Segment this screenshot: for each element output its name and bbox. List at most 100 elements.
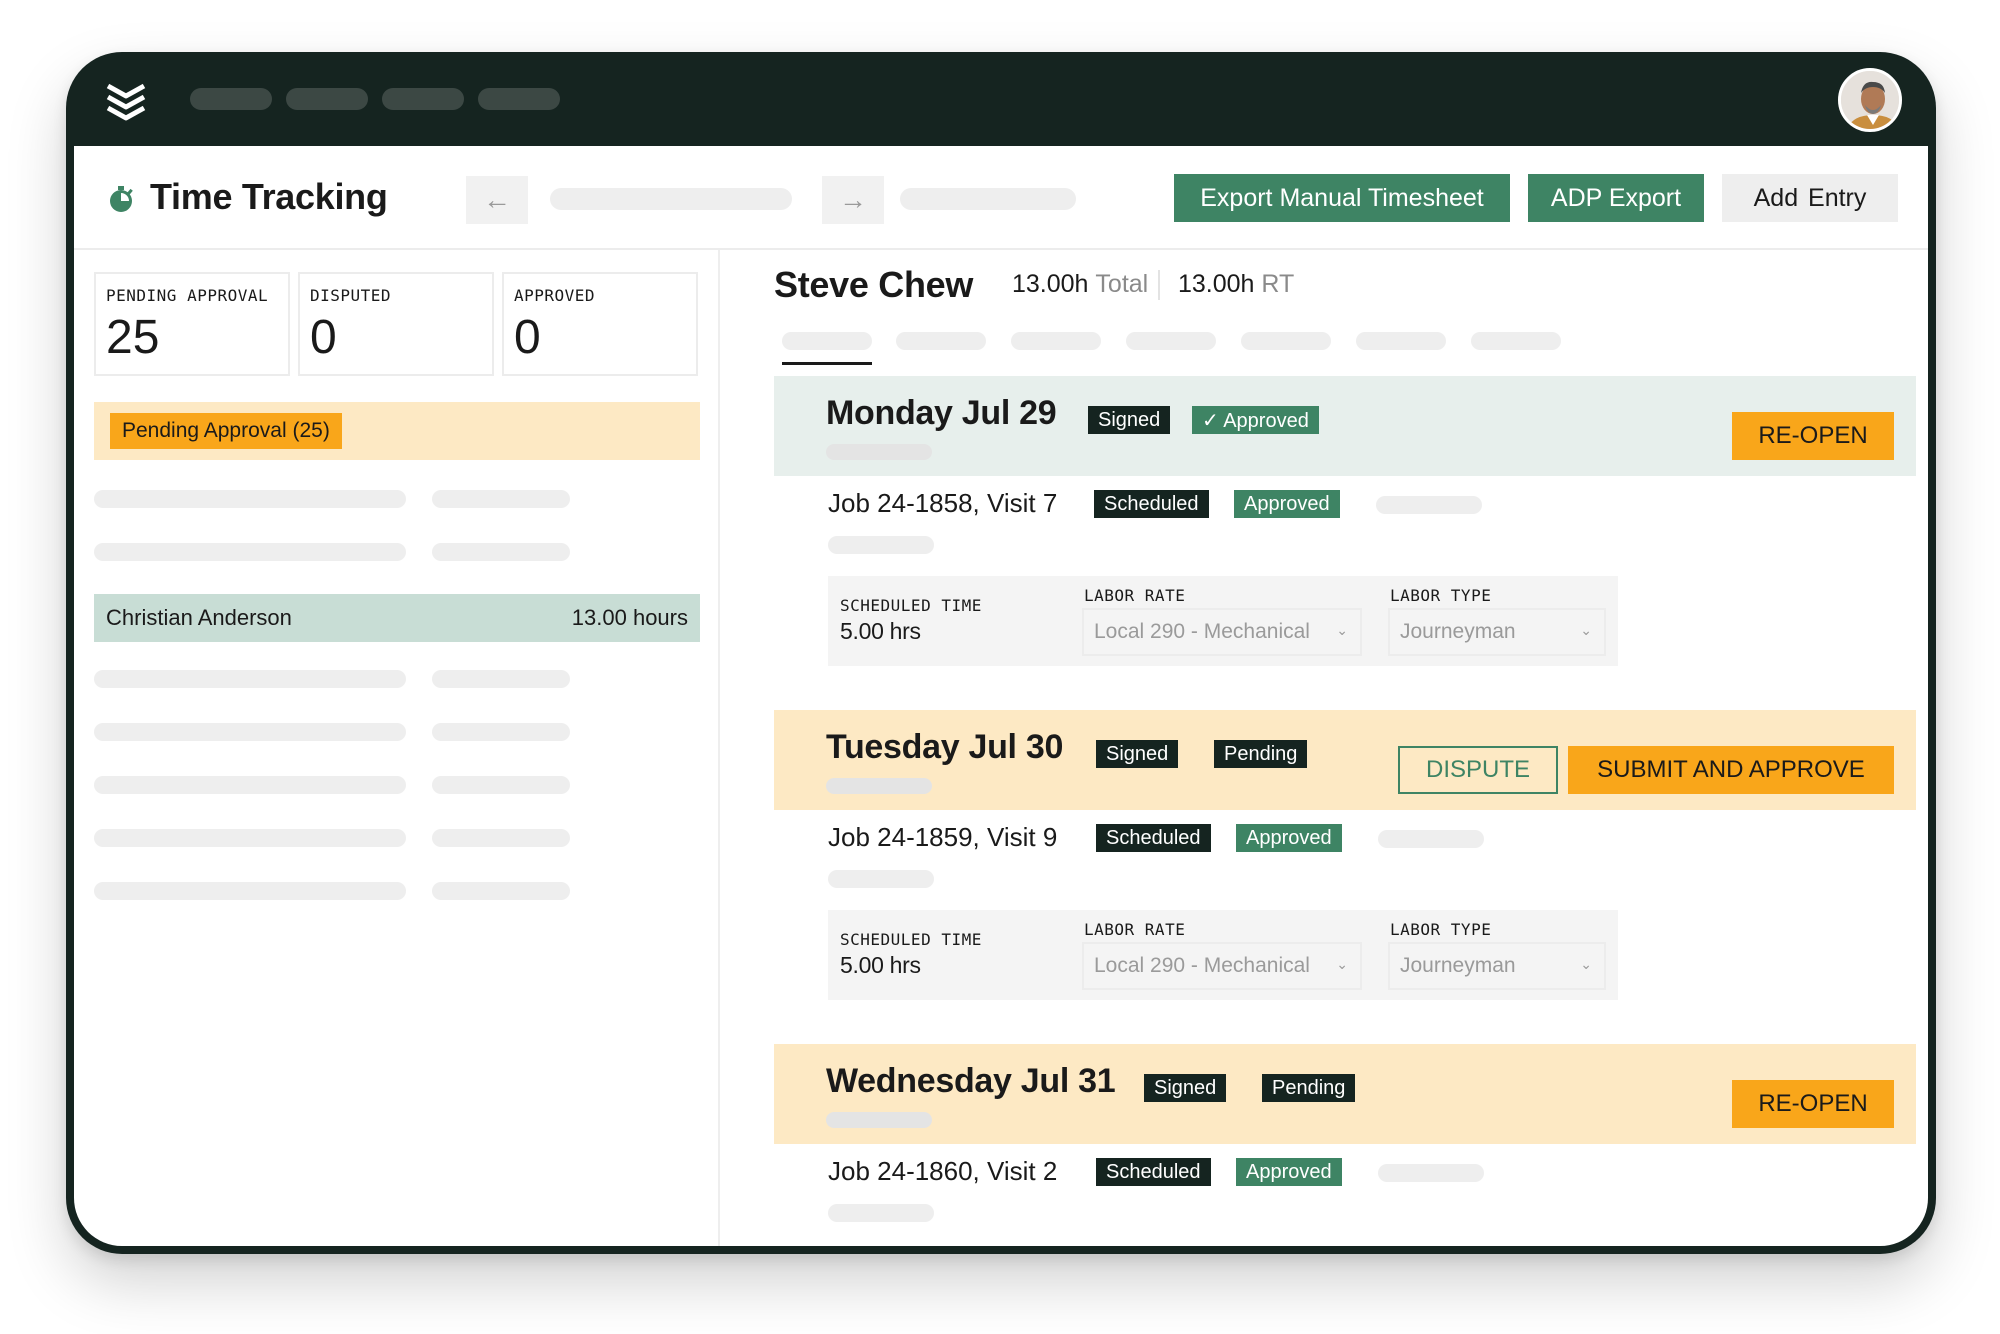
- nav-item-placeholder[interactable]: [478, 88, 560, 110]
- list-item-placeholder: [94, 723, 406, 741]
- nav-item-placeholder[interactable]: [286, 88, 368, 110]
- tab-placeholder[interactable]: [896, 332, 986, 350]
- divider: [1158, 270, 1160, 300]
- page-header: Time Tracking ← → Export Manual Timeshee…: [74, 146, 1928, 250]
- nav-item-placeholder[interactable]: [190, 88, 272, 110]
- day-title: Wednesday Jul 31: [826, 1062, 1116, 1100]
- approved-badge: Approved: [1236, 1158, 1342, 1186]
- labor-rate-select[interactable]: Local 290 - Mechanical ⌄: [1082, 942, 1362, 990]
- app-topbar: [66, 52, 1936, 146]
- stat-approved[interactable]: APPROVED 0: [502, 272, 698, 376]
- list-item-placeholder: [432, 670, 570, 688]
- date-range-placeholder: [550, 188, 792, 210]
- labor-rate-value: Local 290 - Mechanical: [1094, 954, 1310, 977]
- job-title[interactable]: Job 24-1858, Visit 7: [828, 488, 1057, 519]
- chevron-down-icon: ⌄: [1580, 622, 1592, 638]
- user-avatar[interactable]: [1838, 68, 1902, 132]
- total-hours: 13.00h Total: [1012, 270, 1148, 299]
- chevron-down-icon: ⌄: [1336, 622, 1348, 638]
- back-arrow-icon[interactable]: ←: [466, 176, 528, 224]
- list-item-placeholder: [432, 776, 570, 794]
- tab-placeholder[interactable]: [1471, 332, 1561, 350]
- pending-badge: Pending: [1262, 1074, 1356, 1102]
- job-detail-card: SCHEDULED TIME 5.00 hrs LABOR RATE Local…: [828, 576, 1618, 666]
- avatar-portrait-icon: [1841, 71, 1899, 129]
- list-item-placeholder: [432, 723, 570, 741]
- scheduled-badge: Scheduled: [1094, 490, 1209, 518]
- stat-label: DISPUTED: [310, 286, 392, 305]
- labor-rate-label: LABOR RATE: [1084, 586, 1186, 605]
- labor-rate-label: LABOR RATE: [1084, 920, 1186, 939]
- page-title: Time Tracking: [150, 176, 388, 217]
- labor-rate-select[interactable]: Local 290 - Mechanical ⌄: [1082, 608, 1362, 656]
- tab-placeholder[interactable]: [1356, 332, 1446, 350]
- total-hours-value: 13.00h: [1012, 270, 1089, 298]
- chevron-down-icon: ⌄: [1336, 956, 1348, 972]
- re-open-button[interactable]: RE-OPEN: [1732, 1080, 1894, 1128]
- stat-pending-approval[interactable]: PENDING APPROVAL 25: [94, 272, 290, 376]
- submit-and-approve-button[interactable]: SUBMIT AND APPROVE: [1568, 746, 1894, 794]
- list-item-placeholder: [432, 829, 570, 847]
- list-item-placeholder: [432, 882, 570, 900]
- stat-value: 0: [514, 311, 541, 364]
- day-subtitle-placeholder: [826, 778, 932, 794]
- labor-type-select[interactable]: Journeyman ⌄: [1388, 942, 1606, 990]
- scheduled-time-label: SCHEDULED TIME: [840, 930, 982, 949]
- tab-placeholder-active[interactable]: [782, 332, 872, 350]
- chevron-down-icon: ⌄: [1580, 956, 1592, 972]
- pending-badge: Pending: [1214, 740, 1308, 768]
- tab-placeholder[interactable]: [1011, 332, 1101, 350]
- export-manual-timesheet-button[interactable]: Export Manual Timesheet: [1174, 174, 1510, 222]
- list-item-placeholder: [94, 670, 406, 688]
- list-item-placeholder: [94, 882, 406, 900]
- approved-badge: ✓ Approved: [1192, 406, 1319, 434]
- dispute-button[interactable]: DISPUTE: [1398, 746, 1558, 794]
- pending-approval-chip[interactable]: Pending Approval (25): [110, 413, 342, 449]
- labor-type-label: LABOR TYPE: [1390, 920, 1492, 939]
- job-meta-placeholder: [1376, 496, 1482, 514]
- tab-placeholder[interactable]: [1126, 332, 1216, 350]
- job-title[interactable]: Job 24-1859, Visit 9: [828, 822, 1057, 853]
- job-sub-placeholder: [828, 536, 934, 554]
- app-screen: Time Tracking ← → Export Manual Timeshee…: [74, 146, 1928, 1246]
- list-item-placeholder: [432, 543, 570, 561]
- job-detail-card: SCHEDULED TIME 5.00 hrs LABOR RATE Local…: [828, 910, 1618, 1000]
- list-item-placeholder: [94, 543, 406, 561]
- day-title: Monday Jul 29: [826, 394, 1057, 432]
- rt-hours: 13.00h RT: [1178, 270, 1294, 299]
- stopwatch-icon: [110, 186, 133, 212]
- total-hours-label: Total: [1095, 270, 1149, 298]
- day-row-wednesday: Wednesday Jul 31 Signed Pending RE-OPEN: [774, 1044, 1916, 1144]
- employee-row-selected[interactable]: Christian Anderson 13.00 hours: [94, 594, 700, 642]
- day-row-monday: Monday Jul 29 Signed ✓ Approved RE-OPEN: [774, 376, 1916, 476]
- labor-type-select[interactable]: Journeyman ⌄: [1388, 608, 1606, 656]
- add-entry-button[interactable]: Add Entry: [1722, 174, 1898, 222]
- approved-badge: Approved: [1236, 824, 1342, 852]
- stat-value: 0: [310, 311, 337, 364]
- approved-badge: Approved: [1234, 490, 1340, 518]
- job-sub-placeholder: [828, 1204, 934, 1222]
- day-subtitle-placeholder: [826, 444, 932, 460]
- tab-placeholder[interactable]: [1241, 332, 1331, 350]
- scheduled-time-value: 5.00 hrs: [840, 618, 921, 644]
- stat-disputed[interactable]: DISPUTED 0: [298, 272, 494, 376]
- app-logo-icon[interactable]: [104, 80, 148, 124]
- list-item-placeholder: [94, 829, 406, 847]
- signed-badge: Signed: [1096, 740, 1179, 768]
- stat-label: APPROVED: [514, 286, 596, 305]
- day-subtitle-placeholder: [826, 1112, 932, 1128]
- scheduled-badge: Scheduled: [1096, 1158, 1211, 1186]
- day-title: Tuesday Jul 30: [826, 728, 1064, 766]
- signed-badge: Signed: [1088, 406, 1171, 434]
- list-item-placeholder: [432, 490, 570, 508]
- scheduled-time-value: 5.00 hrs: [840, 952, 921, 978]
- adp-export-button[interactable]: ADP Export: [1528, 174, 1704, 222]
- pending-approval-filter[interactable]: Pending Approval (25): [94, 402, 700, 460]
- re-open-button[interactable]: RE-OPEN: [1732, 412, 1894, 460]
- forward-arrow-icon[interactable]: →: [822, 176, 884, 224]
- nav-item-placeholder[interactable]: [382, 88, 464, 110]
- employee-heading: Steve Chew: [774, 264, 974, 305]
- job-title[interactable]: Job 24-1860, Visit 2: [828, 1156, 1057, 1187]
- rt-hours-label: RT: [1261, 270, 1295, 298]
- employee-hours: 13.00 hours: [571, 605, 688, 630]
